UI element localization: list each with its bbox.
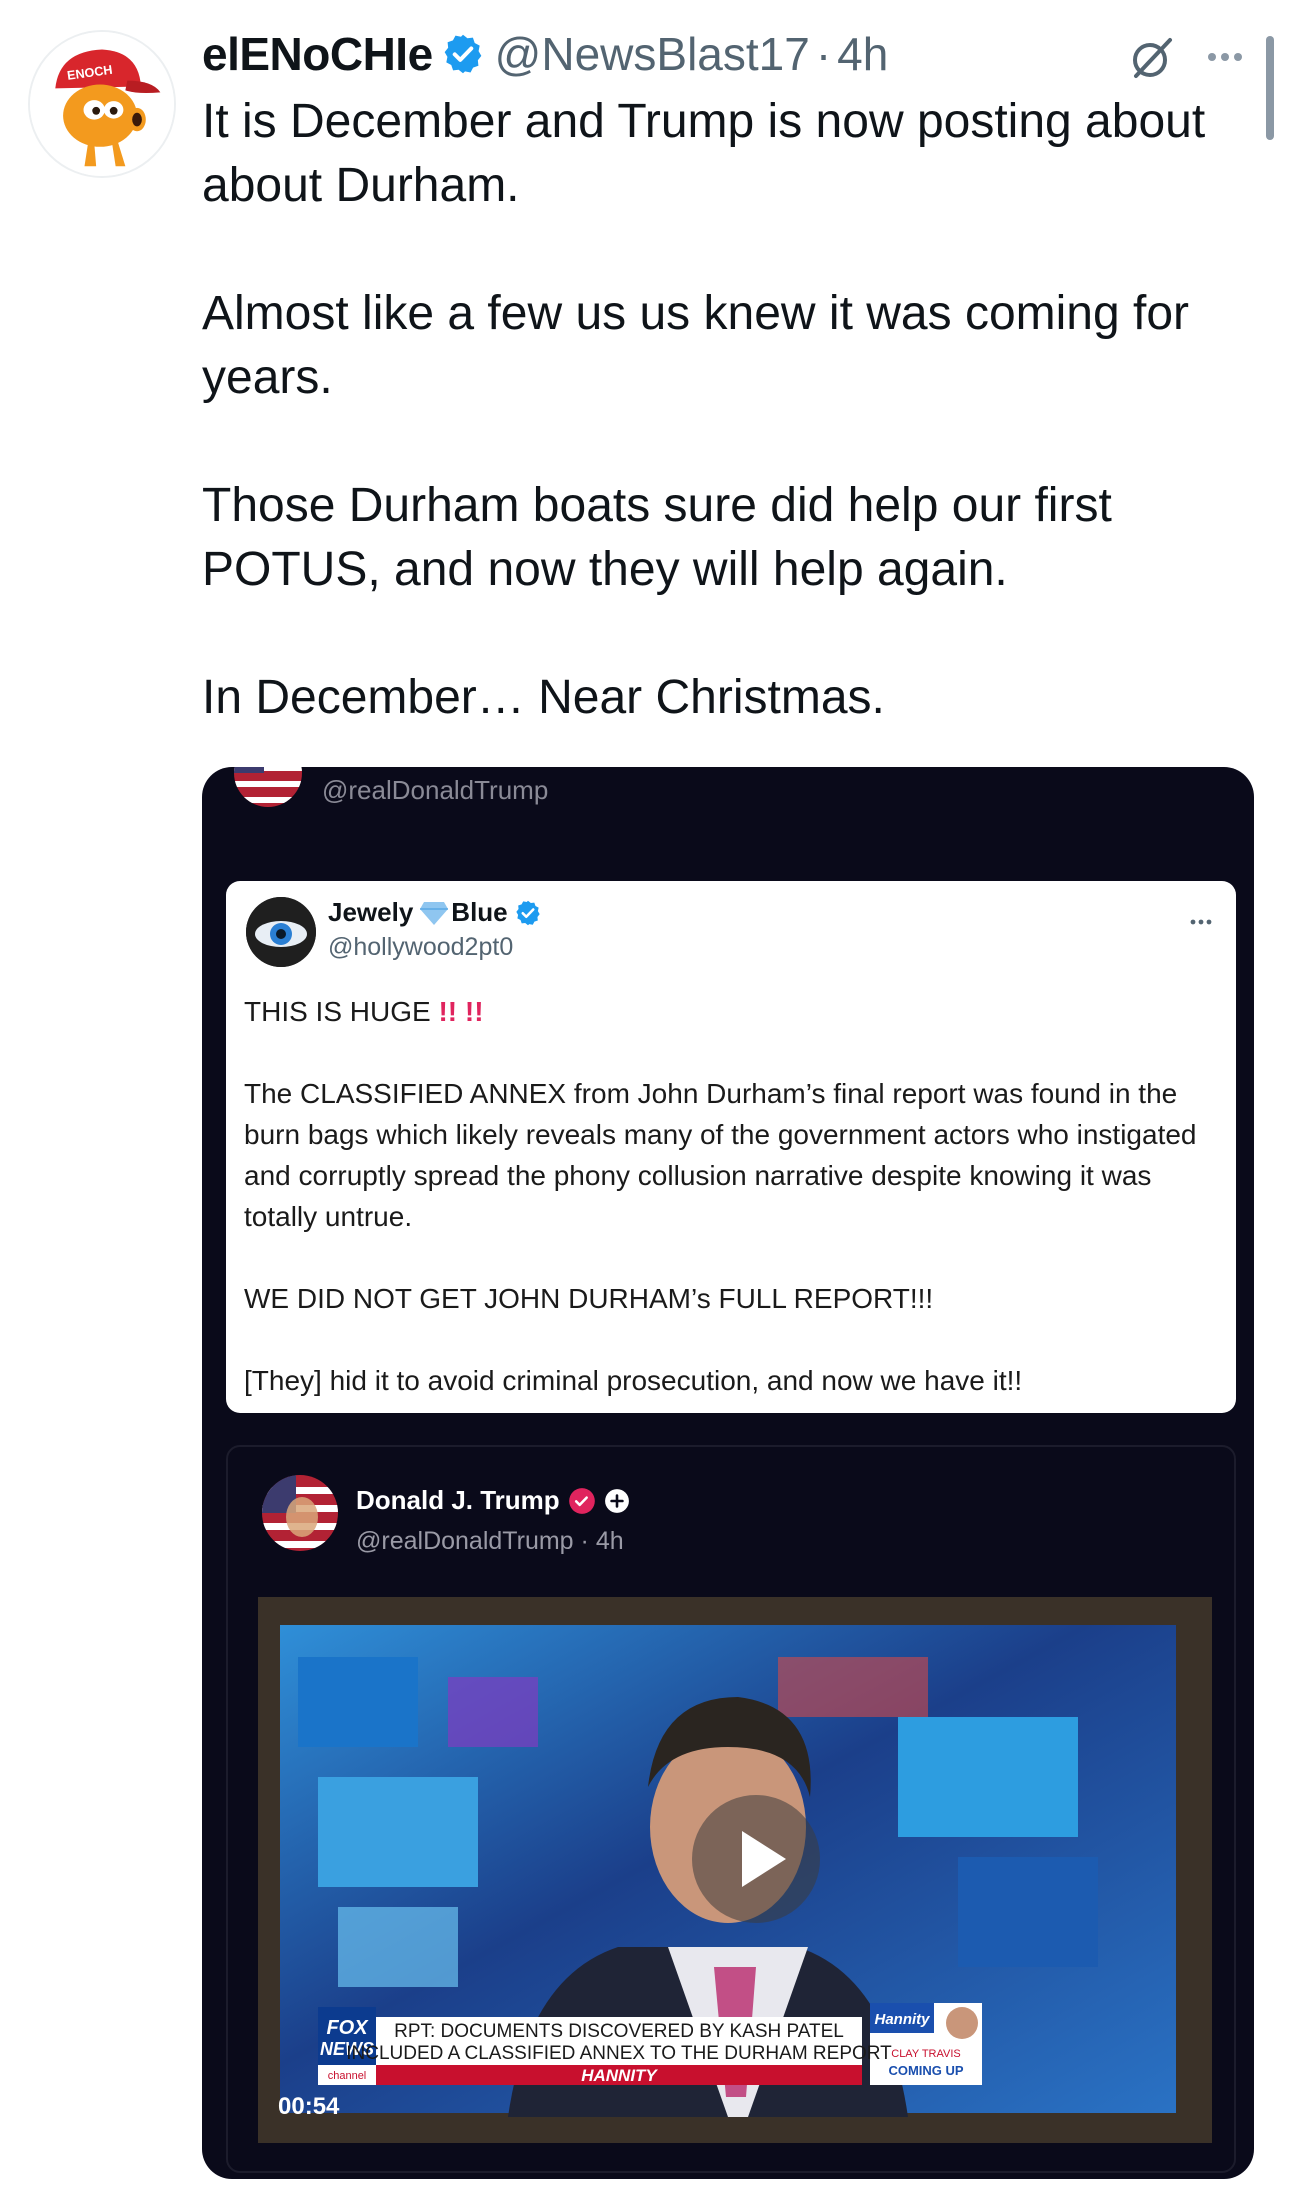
- separator-dot: ·: [815, 28, 832, 80]
- tweet-paragraph: Those Durham boats sure did help our fir…: [202, 479, 1112, 596]
- trump-time: 4h: [595, 1527, 624, 1555]
- trump-name: Donald J. Trump: [356, 1485, 560, 1515]
- user-handle[interactable]: @NewsBlast17: [495, 27, 810, 81]
- verified-badge-icon: [515, 900, 540, 925]
- quote-avatar: [246, 897, 316, 967]
- separator-dot: ·: [580, 1527, 589, 1555]
- promo-line2: COMING UP: [888, 2063, 963, 2078]
- quote-paragraph: The CLASSIFIED ANNEX from John Durham’s …: [244, 1078, 1197, 1232]
- timestamp[interactable]: 4h: [837, 27, 888, 81]
- avatar[interactable]: ENOCH: [28, 30, 176, 178]
- trump-handle: @realDonaldTrump: [356, 1527, 574, 1555]
- quote-paragraph: [They] hid it to avoid criminal prosecut…: [244, 1365, 1023, 1396]
- promo-line1: CLAY TRAVIS: [891, 2048, 961, 2060]
- chyron-line2: INCLUDED A CLASSIFIED ANNEX TO THE DURHA…: [346, 2043, 892, 2064]
- tweet-header: elENoCHIe @NewsBlast17 · 4h: [202, 24, 888, 84]
- chyron-line1: RPT: DOCUMENTS DISCOVERED BY KASH PATEL: [394, 2021, 844, 2042]
- attached-image[interactable]: @realDonaldTrump Jewely Blue @hollywood2…: [202, 767, 1254, 2179]
- tweet[interactable]: ENOCH elENoCHIe @NewsBlast17 · 4h It is …: [0, 0, 1290, 2210]
- more-icon[interactable]: [1200, 32, 1250, 82]
- trump-name-row: Donald J. Trump: [356, 1485, 630, 1516]
- video-duration: 00:54: [278, 2093, 340, 2120]
- quote-headline: THIS IS HUGE !! !!: [244, 991, 1204, 1032]
- trump-meta: @realDonaldTrump · 4h: [356, 1527, 624, 1556]
- diamond-icon: [420, 901, 449, 925]
- video-player[interactable]: FOX NEWS channel RPT: DOCUMENTS DISCOVER…: [258, 1597, 1212, 2143]
- tweet-paragraph: It is December and Trump is now posting …: [202, 95, 1206, 212]
- double-exclamation-icon: !! !!: [438, 996, 484, 1027]
- trump-post: Donald J. Trump @realDonaldTrump · 4h FO…: [226, 1445, 1236, 2173]
- quote-text: THIS IS HUGE !! !! The CLASSIFIED ANNEX …: [244, 991, 1204, 1401]
- quote-name-suffix: Blue: [451, 897, 508, 927]
- trump-avatar-partial: [234, 767, 302, 807]
- quote-name-row: Jewely Blue: [328, 897, 542, 928]
- quote-headline-text: THIS IS HUGE: [244, 996, 431, 1027]
- display-name[interactable]: elENoCHIe: [202, 27, 433, 81]
- truth-verified-icon: [568, 1487, 595, 1514]
- play-button[interactable]: [692, 1795, 820, 1923]
- scrollbar[interactable]: [1266, 36, 1274, 140]
- quote-paragraph: WE DID NOT GET JOHN DURHAM’s FULL REPORT…: [244, 1283, 934, 1314]
- quote-more-icon: [1190, 919, 1212, 925]
- play-icon: [742, 1831, 786, 1887]
- trump-avatar: [262, 1475, 338, 1551]
- tweet-paragraph: In December… Near Christmas.: [202, 671, 885, 724]
- promo-show: Hannity: [874, 2011, 930, 2028]
- fox-logo-line1: FOX: [326, 2017, 369, 2039]
- enoch-avatar-image: ENOCH: [30, 32, 174, 176]
- verified-badge-icon: [444, 34, 482, 74]
- top-handle: @realDonaldTrump: [322, 775, 549, 805]
- tweet-text: It is December and Trump is now posting …: [202, 90, 1262, 730]
- quote-handle: @hollywood2pt0: [328, 933, 514, 961]
- quoted-post: Jewely Blue @hollywood2pt0 THIS IS HUGE …: [226, 881, 1236, 1413]
- fox-logo-line3: channel: [328, 2070, 367, 2082]
- plus-icon: [604, 1488, 629, 1513]
- chyron-show: HANNITY: [581, 2066, 658, 2085]
- tweet-paragraph: Almost like a few us us knew it was comi…: [202, 287, 1190, 404]
- grok-icon[interactable]: [1128, 34, 1176, 82]
- quote-name: Jewely: [328, 897, 414, 927]
